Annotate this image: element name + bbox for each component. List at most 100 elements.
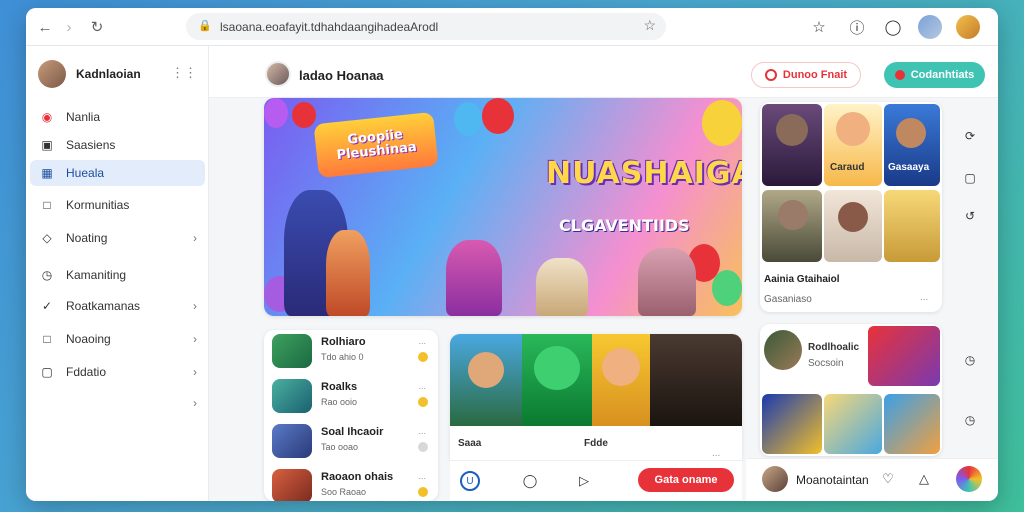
sidebar-item-fddatio[interactable]: ▢ Fddatio › xyxy=(30,359,205,385)
sidebar-item-kamaniting[interactable]: ◷ Kamaniting xyxy=(30,262,205,288)
bell-icon[interactable]: △ xyxy=(914,469,934,489)
hero-banner[interactable]: Goopiie Pleushinaa NUASHAIGA CLGAVENTIID… xyxy=(264,98,742,316)
grid-panel-more[interactable]: ... xyxy=(920,292,928,303)
forward-icon[interactable]: › xyxy=(58,16,80,38)
video-card[interactable]: Saaa Fdde ... xyxy=(450,334,742,460)
profile-avatar-1[interactable] xyxy=(918,15,942,39)
sidebar-item-hueala[interactable]: ▦ Hueala xyxy=(30,160,205,186)
grip-icon[interactable]: ⋮⋮ xyxy=(171,65,197,81)
creator-thumbnail[interactable] xyxy=(824,190,882,262)
header-avatar[interactable] xyxy=(265,61,291,87)
reload-icon[interactable]: ↻ xyxy=(86,16,108,38)
creator-thumbnail[interactable] xyxy=(762,104,822,186)
creator-thumbnail[interactable] xyxy=(762,190,822,262)
video-more[interactable]: ... xyxy=(712,448,720,459)
list-thumbnail xyxy=(272,334,312,368)
box-icon: □ xyxy=(43,332,51,346)
creator-thumbnail[interactable] xyxy=(884,190,940,262)
list-item[interactable]: Rolhiaro Tdo ahio 0 ... xyxy=(264,330,438,374)
pin-icon xyxy=(894,70,905,80)
more-icon[interactable]: ... xyxy=(418,336,426,346)
character-figure xyxy=(536,258,588,316)
shield-icon[interactable]: ◯ xyxy=(882,16,904,38)
bookmark-star-icon[interactable]: ☆ xyxy=(643,17,656,34)
feed-thumbnail[interactable] xyxy=(762,394,822,454)
feed-thumbnail[interactable] xyxy=(824,394,882,454)
list-item[interactable]: Soal Ihcaoir Tao ooao ... xyxy=(264,420,438,464)
refresh-icon[interactable]: ⟳ xyxy=(960,126,980,146)
creator-thumbnail[interactable]: Gasaaya xyxy=(884,104,940,186)
app-logo-icon[interactable] xyxy=(956,466,982,492)
character-face xyxy=(602,348,640,386)
video-thumbnail xyxy=(650,334,742,426)
hero-subtitle: CLGAVENTIIDS xyxy=(559,216,690,235)
profile-name: Kadnlaoian xyxy=(76,67,141,81)
sidebar-item-nanlia[interactable]: ◉ Nanlia xyxy=(30,104,205,130)
page-header: ladao Hoanaa Dunoo Fnait Codanhtiats xyxy=(209,46,998,98)
sidebar-profile[interactable]: Kadnlaoian ⋮⋮ xyxy=(38,56,203,92)
connect-button[interactable]: Codanhtiats xyxy=(884,62,985,88)
more-icon[interactable]: ... xyxy=(418,426,426,436)
list-item-meta: Tao ooao xyxy=(321,442,359,452)
grid-panel-title: Aainia Gtaihaiol xyxy=(764,274,840,285)
sidebar-item-noating[interactable]: ◇ Noating › xyxy=(30,225,205,251)
side-feed-title: Rodlhoalic xyxy=(808,342,860,353)
list-item-title: Rolhiaro xyxy=(321,336,366,348)
avatar xyxy=(38,60,66,88)
heart-icon[interactable]: ♡ xyxy=(878,469,898,489)
back-icon[interactable]: ← xyxy=(34,16,56,38)
more-icon[interactable]: ... xyxy=(418,381,426,391)
video-label-left: Saaa xyxy=(458,438,482,449)
sidebar-item-more[interactable]: › xyxy=(30,390,205,416)
balloon-decoration xyxy=(702,100,742,146)
donate-label: Dunoo Fnait xyxy=(782,69,848,81)
chevron-right-icon: › xyxy=(193,396,197,410)
badge-icon xyxy=(418,397,428,407)
sidebar-item-saasiens[interactable]: ▣ Saasiens xyxy=(30,132,205,158)
grid-icon: ▦ xyxy=(41,166,53,180)
bottom-action-bar: U ◯ ▷ Gata oname xyxy=(450,460,742,500)
sidebar-item-label: Saasiens xyxy=(66,138,116,152)
side-feed-card: Rodlhoalic Socsoin xyxy=(760,324,942,456)
more-icon[interactable]: ... xyxy=(418,471,426,481)
creator-avatar[interactable] xyxy=(764,330,802,370)
list-item-title: Roalks xyxy=(321,381,358,393)
creator-face xyxy=(836,112,870,146)
connect-label: Codanhtiats xyxy=(910,69,975,81)
balloon-decoration xyxy=(264,98,288,128)
list-item[interactable]: Raoaon ohais Soo Raoao ... xyxy=(264,465,438,501)
star-icon[interactable]: ☆ xyxy=(808,16,830,38)
home-icon[interactable]: U xyxy=(460,471,480,491)
sidebar-item-kormunitias[interactable]: □ Kormunitias xyxy=(30,192,205,218)
screen-icon[interactable]: ▢ xyxy=(960,168,980,188)
timer-icon[interactable]: ◷ xyxy=(960,410,980,430)
list-item-meta: Soo Raoao xyxy=(321,487,367,497)
feed-thumbnail[interactable] xyxy=(884,394,940,454)
watch-button[interactable]: Gata oname xyxy=(638,468,734,492)
sync-icon[interactable]: ↺ xyxy=(960,206,980,226)
sidebar-item-noaoing[interactable]: □ Noaoing › xyxy=(30,326,205,352)
feed-thumbnail[interactable] xyxy=(868,326,940,386)
sidebar-item-label: Fddatio xyxy=(66,365,107,379)
avatar[interactable] xyxy=(762,466,788,492)
sidebar-item-label: Noating xyxy=(66,231,108,245)
tv-icon: ▣ xyxy=(41,138,53,152)
list-item[interactable]: Roalks Rao ooio ... xyxy=(264,375,438,419)
profile-avatar-2[interactable] xyxy=(956,15,980,39)
info-icon[interactable]: ⓘ xyxy=(846,16,868,38)
sidebar-item-roatkamanas[interactable]: ✓ Roatkamanas › xyxy=(30,293,205,319)
character-figure xyxy=(326,230,370,316)
address-bar[interactable]: 🔒 lsaoana.eoafayit.tdhahdaangihadeaArodl… xyxy=(186,13,666,40)
donate-button[interactable]: Dunoo Fnait xyxy=(751,62,861,88)
character-face xyxy=(534,346,580,390)
side-feed-subtitle: Socsoin xyxy=(808,358,844,369)
video-icon[interactable]: ▷ xyxy=(574,471,594,491)
creator-thumbnail[interactable]: Caraud xyxy=(824,104,882,186)
video-list-card: Rolhiaro Tdo ahio 0 ... Roalks Rao ooio … xyxy=(264,330,438,501)
badge-icon xyxy=(418,352,428,362)
record-icon xyxy=(764,69,777,81)
user-icon[interactable]: ◯ xyxy=(520,471,540,491)
creator-face xyxy=(838,202,868,232)
clock-icon[interactable]: ◷ xyxy=(960,350,980,370)
video-thumbnail xyxy=(450,334,522,426)
